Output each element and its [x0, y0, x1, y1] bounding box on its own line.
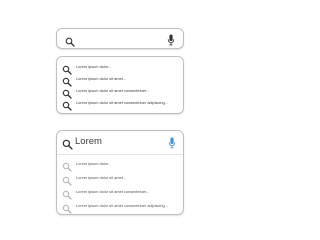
search-icon — [62, 159, 72, 172]
suggestion-label: Lorem ipsum dolor sit amet consectetuer.… — [76, 189, 150, 194]
search-icon — [62, 201, 72, 214]
suggestion-item[interactable]: Lorem ipsum dolor sit amet consectetuer.… — [62, 187, 150, 200]
search-icon — [62, 98, 72, 111]
suggestion-label: Lorem ipsum dolor... — [76, 161, 112, 166]
mic-icon[interactable] — [167, 33, 175, 51]
search-input[interactable]: Lorem — [57, 131, 183, 155]
suggestion-item[interactable]: Lorem ipsum dolor... — [62, 62, 112, 75]
search-icon — [62, 187, 72, 200]
suggestions-panel: Lorem ipsum dolor... Lorem ipsum dolor s… — [56, 56, 184, 114]
suggestion-item[interactable]: Lorem ipsum dolor sit amet... — [62, 74, 127, 87]
suggestion-item[interactable]: Lorem ipsum dolor... — [62, 159, 112, 172]
search-bar[interactable] — [56, 28, 184, 49]
suggestion-item[interactable]: Lorem ipsum dolor sit amet consectetuer … — [62, 98, 168, 111]
search-icon — [62, 86, 72, 99]
search-icon[interactable] — [62, 137, 73, 155]
suggestion-item[interactable]: Lorem ipsum dolor sit amet consectetuer … — [62, 201, 168, 214]
suggestion-item[interactable]: Lorem ipsum dolor sit amet consectetuer.… — [62, 86, 150, 99]
suggestion-label: Lorem ipsum dolor sit amet consectetuer … — [76, 100, 168, 105]
suggestion-label: Lorem ipsum dolor... — [76, 64, 112, 69]
search-icon — [62, 74, 72, 87]
search-query-text: Lorem — [75, 136, 102, 147]
suggestion-label: Lorem ipsum dolor sit amet consectetuer … — [76, 203, 168, 208]
active-search-panel: Lorem Lorem ipsum dolor... Lorem ipsum d… — [56, 130, 184, 215]
suggestion-item[interactable]: Lorem ipsum dolor sit amet... — [62, 173, 127, 186]
mic-icon[interactable] — [168, 136, 176, 154]
search-icon[interactable] — [65, 34, 75, 52]
suggestion-label: Lorem ipsum dolor sit amet consectetuer.… — [76, 88, 150, 93]
suggestion-label: Lorem ipsum dolor sit amet... — [76, 175, 127, 180]
search-icon — [62, 173, 72, 186]
search-icon — [62, 62, 72, 75]
suggestion-label: Lorem ipsum dolor sit amet... — [76, 76, 127, 81]
